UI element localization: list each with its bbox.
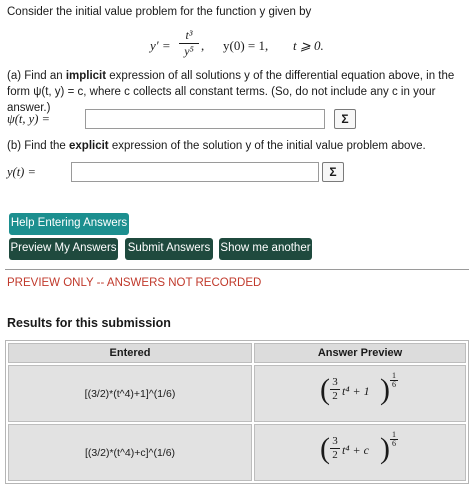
preview-term: t⁴ + 1 bbox=[342, 384, 370, 398]
table-row: [(3/2)*(t^4)+1]^(1/6) ( 3 2 t⁴ + 1 ) 1 6 bbox=[8, 365, 466, 422]
problem-intro: Consider the initial value problem for t… bbox=[7, 6, 312, 18]
coef-numerator: 3 bbox=[332, 376, 338, 388]
part-b-post: expression of the solution y of the init… bbox=[108, 140, 426, 152]
preview-cell: ( 3 2 t⁴ + 1 ) 1 6 bbox=[254, 365, 466, 422]
preview-status-message: PREVIEW ONLY -- ANSWERS NOT RECORDED bbox=[7, 277, 262, 289]
results-header-row: Entered Answer Preview bbox=[8, 343, 466, 363]
coef-fraction: 3 2 bbox=[330, 376, 340, 403]
domain-condition: t ⩾ 0. bbox=[293, 38, 324, 53]
help-entering-answers-button[interactable]: Help Entering Answers bbox=[9, 213, 129, 235]
entered-cell: [(3/2)*(t^4)+c]^(1/6) bbox=[8, 424, 252, 481]
equation-comma: , bbox=[201, 38, 205, 53]
answer-b-input[interactable] bbox=[71, 162, 319, 182]
preview-math: ( 3 2 t⁴ + 1 ) 1 6 bbox=[320, 372, 400, 412]
exponent-numerator: 1 bbox=[392, 371, 396, 380]
left-paren: ( bbox=[320, 432, 330, 465]
exponent-numerator: 1 bbox=[392, 430, 396, 439]
preview-math: ( 3 2 t⁴ + c ) 1 6 bbox=[320, 431, 400, 471]
submit-answers-button[interactable]: Submit Answers bbox=[125, 238, 213, 260]
equation-lhs: y′ = bbox=[150, 38, 171, 53]
part-a-pre: (a) Find an bbox=[7, 70, 66, 82]
answer-preview-header: Answer Preview bbox=[254, 343, 466, 363]
results-table: Entered Answer Preview [(3/2)*(t^4)+1]^(… bbox=[5, 340, 469, 484]
fraction-denominator: y⁵ bbox=[184, 44, 194, 58]
part-b-bold: explicit bbox=[69, 140, 109, 152]
equation-editor-a-button[interactable]: Σ bbox=[334, 109, 356, 129]
table-row: [(3/2)*(t^4)+c]^(1/6) ( 3 2 t⁴ + c ) 1 6 bbox=[8, 424, 466, 481]
preview-term: t⁴ + c bbox=[342, 443, 369, 457]
results-title: Results for this submission bbox=[7, 316, 171, 330]
answer-b-label: y(t) = bbox=[7, 165, 36, 179]
equation-fraction: t³ y⁵ bbox=[178, 28, 200, 59]
part-b-pre: (b) Find the bbox=[7, 140, 69, 152]
equation-editor-b-button[interactable]: Σ bbox=[322, 162, 344, 182]
exponent-denominator: 6 bbox=[392, 380, 396, 389]
show-another-button[interactable]: Show me another bbox=[219, 238, 312, 260]
divider bbox=[5, 269, 469, 270]
part-b-instructions: (b) Find the explicit expression of the … bbox=[7, 138, 469, 154]
coef-denominator: 2 bbox=[332, 449, 338, 461]
initial-condition: y(0) = 1, bbox=[223, 38, 269, 53]
exponent-denominator: 6 bbox=[392, 439, 396, 448]
part-a-bold: implicit bbox=[65, 70, 107, 82]
fraction-numerator: t³ bbox=[185, 28, 193, 42]
coef-fraction: 3 2 bbox=[330, 435, 340, 462]
entered-header: Entered bbox=[8, 343, 252, 363]
exponent-fraction: 1 6 bbox=[390, 431, 398, 448]
answer-a-input[interactable] bbox=[85, 109, 325, 129]
coef-numerator: 3 bbox=[332, 435, 338, 447]
right-paren: ) bbox=[380, 373, 390, 406]
right-paren: ) bbox=[380, 432, 390, 465]
entered-cell: [(3/2)*(t^4)+1]^(1/6) bbox=[8, 365, 252, 422]
answer-a-label: ψ(t, y) = bbox=[7, 112, 50, 126]
coef-denominator: 2 bbox=[332, 390, 338, 402]
ode-equation: y′ = t³ y⁵ , y(0) = 1, t ⩾ 0. bbox=[150, 28, 350, 64]
preview-cell: ( 3 2 t⁴ + c ) 1 6 bbox=[254, 424, 466, 481]
preview-answers-button[interactable]: Preview My Answers bbox=[9, 238, 118, 260]
exponent-fraction: 1 6 bbox=[390, 372, 398, 389]
left-paren: ( bbox=[320, 373, 330, 406]
